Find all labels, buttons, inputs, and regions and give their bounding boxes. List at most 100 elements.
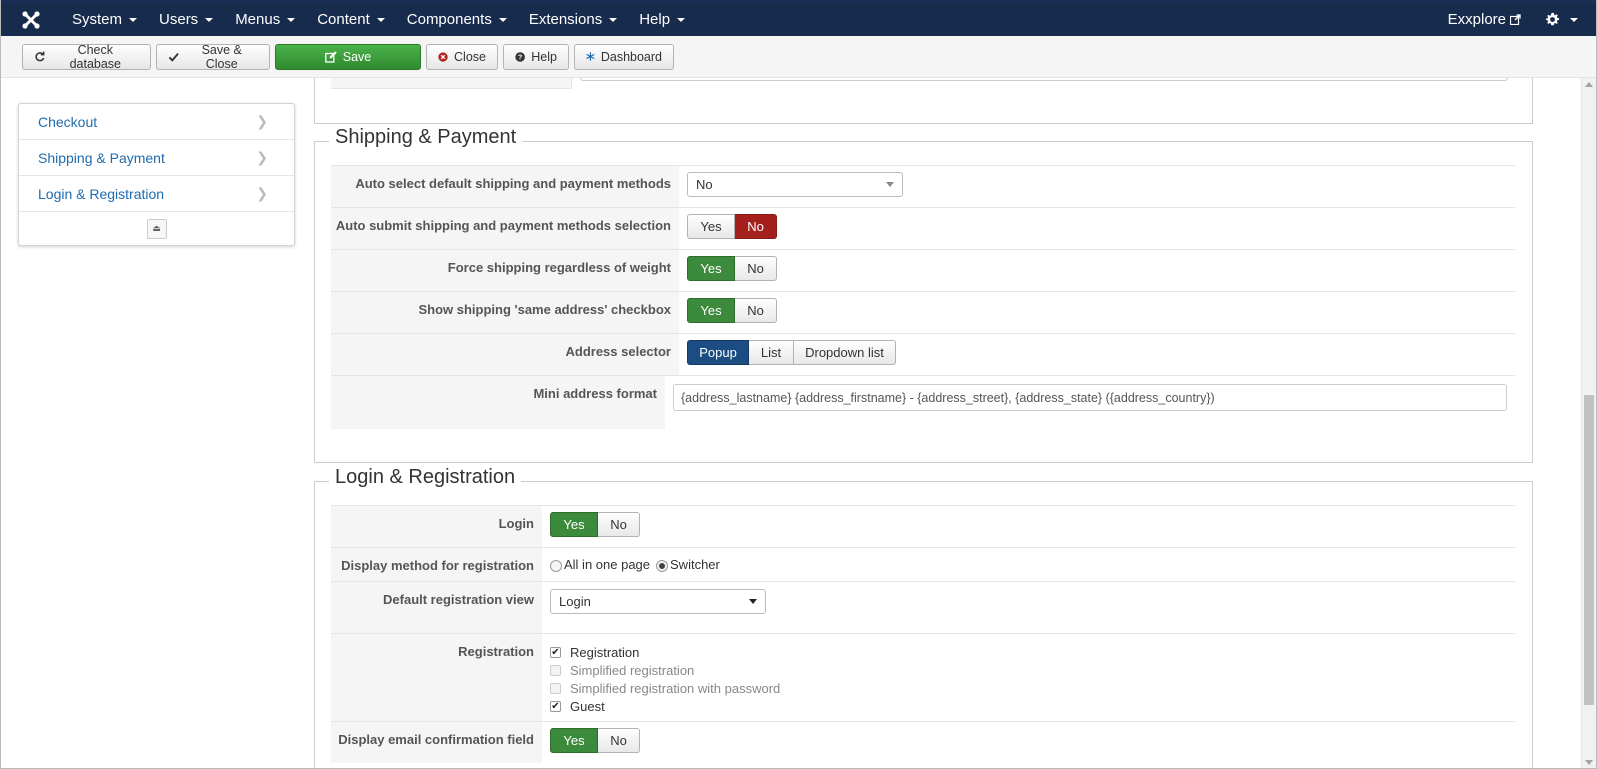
joomla-logo-icon[interactable] xyxy=(1,3,61,36)
checkbox-registration-line: ✔ Registration xyxy=(550,645,640,660)
login-yes-button[interactable]: Yes xyxy=(550,512,598,537)
top-navbar: System Users Menus Content Components Ex… xyxy=(1,0,1596,36)
registration-label: Registration xyxy=(331,634,542,721)
radio-switcher[interactable] xyxy=(656,559,669,572)
same-address-toggle: Yes No xyxy=(687,298,777,323)
row-email-confirm: Display email confirmation field Yes No xyxy=(331,721,1515,763)
shipping-payment-fieldset: Shipping & Payment Auto select default s… xyxy=(314,126,1533,463)
shipping-payment-legend: Shipping & Payment xyxy=(329,126,523,149)
dashboard-button[interactable]: Dashboard xyxy=(574,43,674,70)
display-method-radios: All in one page Switcher xyxy=(550,553,720,572)
row-force-shipping: Force shipping regardless of weight Yes … xyxy=(331,249,1515,291)
explore-link[interactable]: Exxplore xyxy=(1434,11,1535,28)
row-auto-submit: Auto submit shipping and payment methods… xyxy=(331,207,1515,249)
login-registration-fieldset: Login & Registration Login Yes No Displa… xyxy=(314,466,1533,768)
address-selector-popup-button[interactable]: Popup xyxy=(687,340,749,365)
dropdown-arrow-icon xyxy=(886,182,894,187)
checkbox-guest[interactable]: ✔ xyxy=(550,701,561,712)
force-shipping-toggle: Yes No xyxy=(687,256,777,281)
menu-menus[interactable]: Menus xyxy=(224,3,306,36)
sidebar-item-login-registration[interactable]: Login & Registration ❯ xyxy=(19,176,294,212)
checkbox-simplified-password-line: Simplified registration with password xyxy=(550,681,780,696)
email-confirm-no-button[interactable]: No xyxy=(598,728,640,753)
default-view-select[interactable]: Login xyxy=(550,589,766,614)
save-close-button[interactable]: Save & Close xyxy=(156,43,270,71)
toolbar: Check database Save & Close Save Close ?… xyxy=(1,36,1596,78)
caret-down-icon xyxy=(677,17,686,22)
sidebar-item-shipping-payment[interactable]: Shipping & Payment ❯ xyxy=(19,140,294,176)
radio-all-in-one[interactable] xyxy=(550,559,562,572)
address-selector-dropdown-button[interactable]: Dropdown list xyxy=(794,340,896,365)
force-shipping-yes-button[interactable]: Yes xyxy=(687,256,735,281)
scroll-down-icon[interactable] xyxy=(1585,760,1593,765)
explore-label: Exxplore xyxy=(1447,11,1506,28)
menu-components[interactable]: Components xyxy=(396,3,518,36)
registration-checkbox-list: ✔ Registration Simplified registration S… xyxy=(550,644,780,714)
chevron-right-icon: ❯ xyxy=(256,149,268,165)
help-button[interactable]: ? Help xyxy=(503,43,569,70)
app-window: System Users Menus Content Components Ex… xyxy=(0,0,1597,769)
menu-system[interactable]: System xyxy=(61,3,148,36)
chevron-right-icon: ❯ xyxy=(256,185,268,201)
settings-sidebar: Checkout ❯ Shipping & Payment ❯ Login & … xyxy=(18,103,295,246)
login-label: Login xyxy=(331,506,542,547)
force-shipping-no-button[interactable]: No xyxy=(735,256,777,281)
auto-select-dropdown[interactable]: No xyxy=(687,172,903,197)
row-auto-select: Auto select default shipping and payment… xyxy=(331,165,1515,207)
same-address-no-button[interactable]: No xyxy=(735,298,777,323)
caret-down-icon xyxy=(376,17,385,22)
scroll-up-icon[interactable] xyxy=(1585,82,1593,87)
row-mini-address: Mini address format {address_lastname} {… xyxy=(331,375,1515,429)
same-address-yes-button[interactable]: Yes xyxy=(687,298,735,323)
same-address-label: Show shipping 'same address' checkbox xyxy=(331,292,679,333)
checkbox-simplified[interactable] xyxy=(550,665,561,676)
default-view-label: Default registration view xyxy=(331,582,542,633)
checkbox-simplified-line: Simplified registration xyxy=(550,663,780,678)
row-same-address: Show shipping 'same address' checkbox Ye… xyxy=(331,291,1515,333)
external-link-icon xyxy=(1510,14,1521,25)
close-button[interactable]: Close xyxy=(426,43,498,70)
row-display-method: Display method for registration All in o… xyxy=(331,547,1515,581)
checkmark-icon xyxy=(168,52,179,62)
check-database-button[interactable]: Check database xyxy=(22,43,151,71)
login-no-button[interactable]: No xyxy=(598,512,640,537)
caret-down-icon xyxy=(205,17,214,22)
auto-submit-yes-button[interactable]: Yes xyxy=(687,214,735,239)
mini-address-input[interactable]: {address_lastname} {address_firstname} -… xyxy=(673,384,1507,411)
auto-submit-toggle: Yes No xyxy=(687,214,777,239)
sidebar-item-checkout[interactable]: Checkout ❯ xyxy=(19,104,294,140)
page-scrollbar[interactable] xyxy=(1581,78,1596,768)
email-confirm-yes-button[interactable]: Yes xyxy=(550,728,598,753)
save-button[interactable]: Save xyxy=(275,43,421,70)
menu-users[interactable]: Users xyxy=(148,3,224,36)
caret-down-icon xyxy=(287,17,296,22)
menu-help[interactable]: Help xyxy=(628,3,696,36)
settings-menu[interactable] xyxy=(1535,12,1596,27)
login-toggle: Yes No xyxy=(550,512,640,537)
chevron-right-icon: ❯ xyxy=(256,113,268,129)
checkbox-registration[interactable]: ✔ xyxy=(550,647,561,658)
refresh-icon xyxy=(35,51,45,61)
edit-icon xyxy=(324,50,337,63)
email-confirm-toggle: Yes No xyxy=(550,728,640,753)
force-shipping-label: Force shipping regardless of weight xyxy=(331,250,679,291)
login-registration-legend: Login & Registration xyxy=(329,466,522,489)
address-selector-list-button[interactable]: List xyxy=(749,340,794,365)
auto-select-label: Auto select default shipping and payment… xyxy=(331,166,679,207)
menu-content[interactable]: Content xyxy=(306,3,396,36)
row-login: Login Yes No xyxy=(331,505,1515,547)
auto-submit-label: Auto submit shipping and payment methods… xyxy=(331,208,679,249)
email-confirm-label: Display email confirmation field xyxy=(331,722,542,763)
caret-down-icon xyxy=(1570,17,1578,22)
checkbox-guest-line: ✔ Guest xyxy=(550,699,605,714)
auto-submit-no-button[interactable]: No xyxy=(735,214,777,239)
dashboard-asterisk-icon xyxy=(586,52,595,61)
scrollbar-thumb[interactable] xyxy=(1584,395,1594,705)
mini-address-label: Mini address format xyxy=(331,376,665,429)
caret-down-icon xyxy=(609,17,618,22)
checkbox-simplified-password[interactable] xyxy=(550,683,561,694)
dropdown-arrow-icon xyxy=(749,599,757,604)
eject-icon[interactable]: ⏏ xyxy=(146,218,167,239)
menu-extensions[interactable]: Extensions xyxy=(518,3,628,36)
display-method-label: Display method for registration xyxy=(331,548,542,581)
